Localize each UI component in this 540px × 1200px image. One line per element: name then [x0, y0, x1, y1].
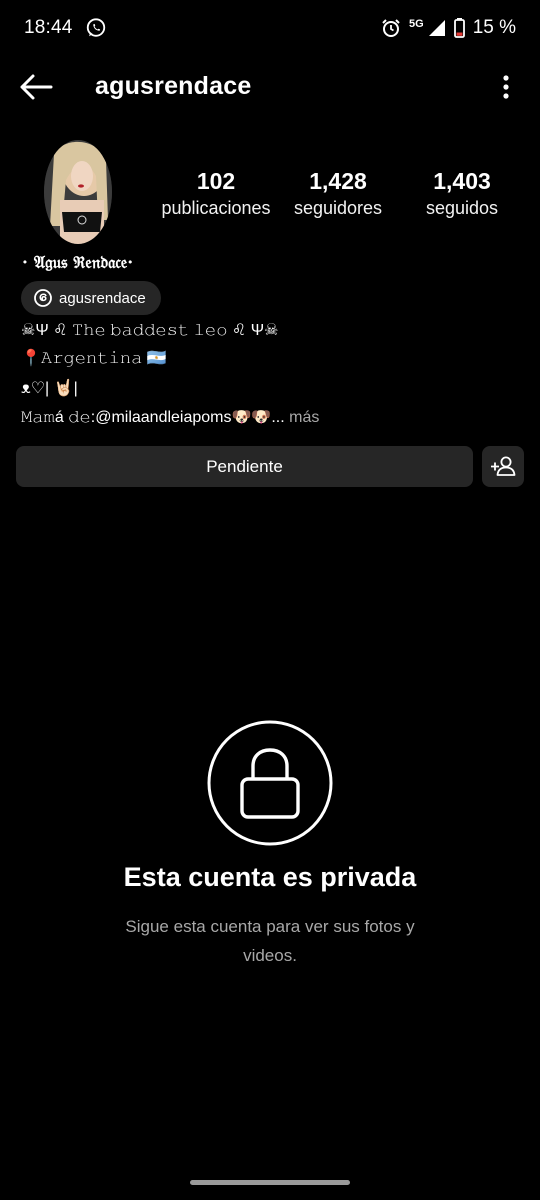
status-bar: 18:44 5G 15 % — [0, 0, 540, 58]
more-vertical-icon[interactable] — [502, 74, 510, 100]
bio-line-4: 𝙼𝚊𝚖á 𝚍𝚎:@milaandleiapoms🐶🐶... más — [21, 407, 319, 429]
lock-icon — [207, 720, 333, 846]
following-count: 1,403 — [433, 168, 491, 194]
stat-following[interactable]: 1,403 seguidos — [412, 168, 512, 222]
status-right: 5G 15 % — [381, 16, 516, 40]
threads-icon — [34, 289, 52, 307]
status-time: 18:44 — [24, 17, 73, 38]
following-label: seguidos — [425, 198, 499, 218]
add-person-icon — [491, 456, 516, 476]
network-type: 5G — [409, 18, 424, 30]
private-account-title: Esta cuenta es privada — [123, 862, 417, 892]
bio-more-link[interactable]: más — [289, 409, 319, 426]
threads-handle: agusrendace — [59, 289, 146, 307]
bio-line-1: ☠︎Ψ ♌︎ 𝚃𝚑𝚎 𝚋𝚊𝚍𝚍𝚎𝚜𝚝 𝚕𝚎𝚘 ♌︎ Ψ☠︎ — [21, 322, 279, 339]
bio-line-3: ᴥ♡| 🤘🏻| — [21, 380, 78, 397]
posts-label: publicaciones — [161, 198, 271, 218]
battery-percent: 15 % — [472, 17, 516, 38]
followers-count: 1,428 — [309, 168, 367, 194]
bio-mention-link[interactable]: @milaandleiapoms🐶🐶... — [95, 409, 284, 426]
back-arrow-icon[interactable] — [18, 72, 54, 102]
suggest-users-button[interactable] — [482, 446, 524, 487]
profile-full-name: · 𝔄𝔤𝔲𝔰 ℜ𝔢𝔫𝔡𝔞𝔠𝔢· — [22, 253, 134, 273]
stat-followers[interactable]: 1,428 seguidores — [280, 168, 396, 222]
avatar[interactable] — [44, 140, 112, 244]
pending-follow-button[interactable]: Pendiente — [16, 446, 473, 487]
home-indicator[interactable] — [190, 1180, 350, 1185]
posts-count: 102 — [196, 168, 236, 194]
alarm-icon — [382, 19, 400, 37]
followers-label: seguidores — [293, 198, 383, 218]
profile-username: agusrendace — [95, 72, 252, 100]
battery-icon — [453, 18, 465, 38]
profile-header: agusrendace — [0, 58, 540, 116]
bio-mama-prefix: 𝙼𝚊𝚖á 𝚍𝚎: — [21, 409, 96, 426]
threads-badge[interactable]: agusrendace — [21, 281, 161, 315]
private-account-subtitle: Sigue esta cuenta para ver sus fotos y v… — [125, 917, 415, 965]
bio-line-2: 📍𝙰𝚛𝚐𝚎𝚗𝚝𝚒𝚗𝚊 🇦🇷 — [21, 350, 167, 367]
whatsapp-icon — [86, 18, 106, 37]
signal-icon — [428, 20, 445, 36]
stat-posts[interactable]: 102 publicaciones — [150, 168, 282, 222]
